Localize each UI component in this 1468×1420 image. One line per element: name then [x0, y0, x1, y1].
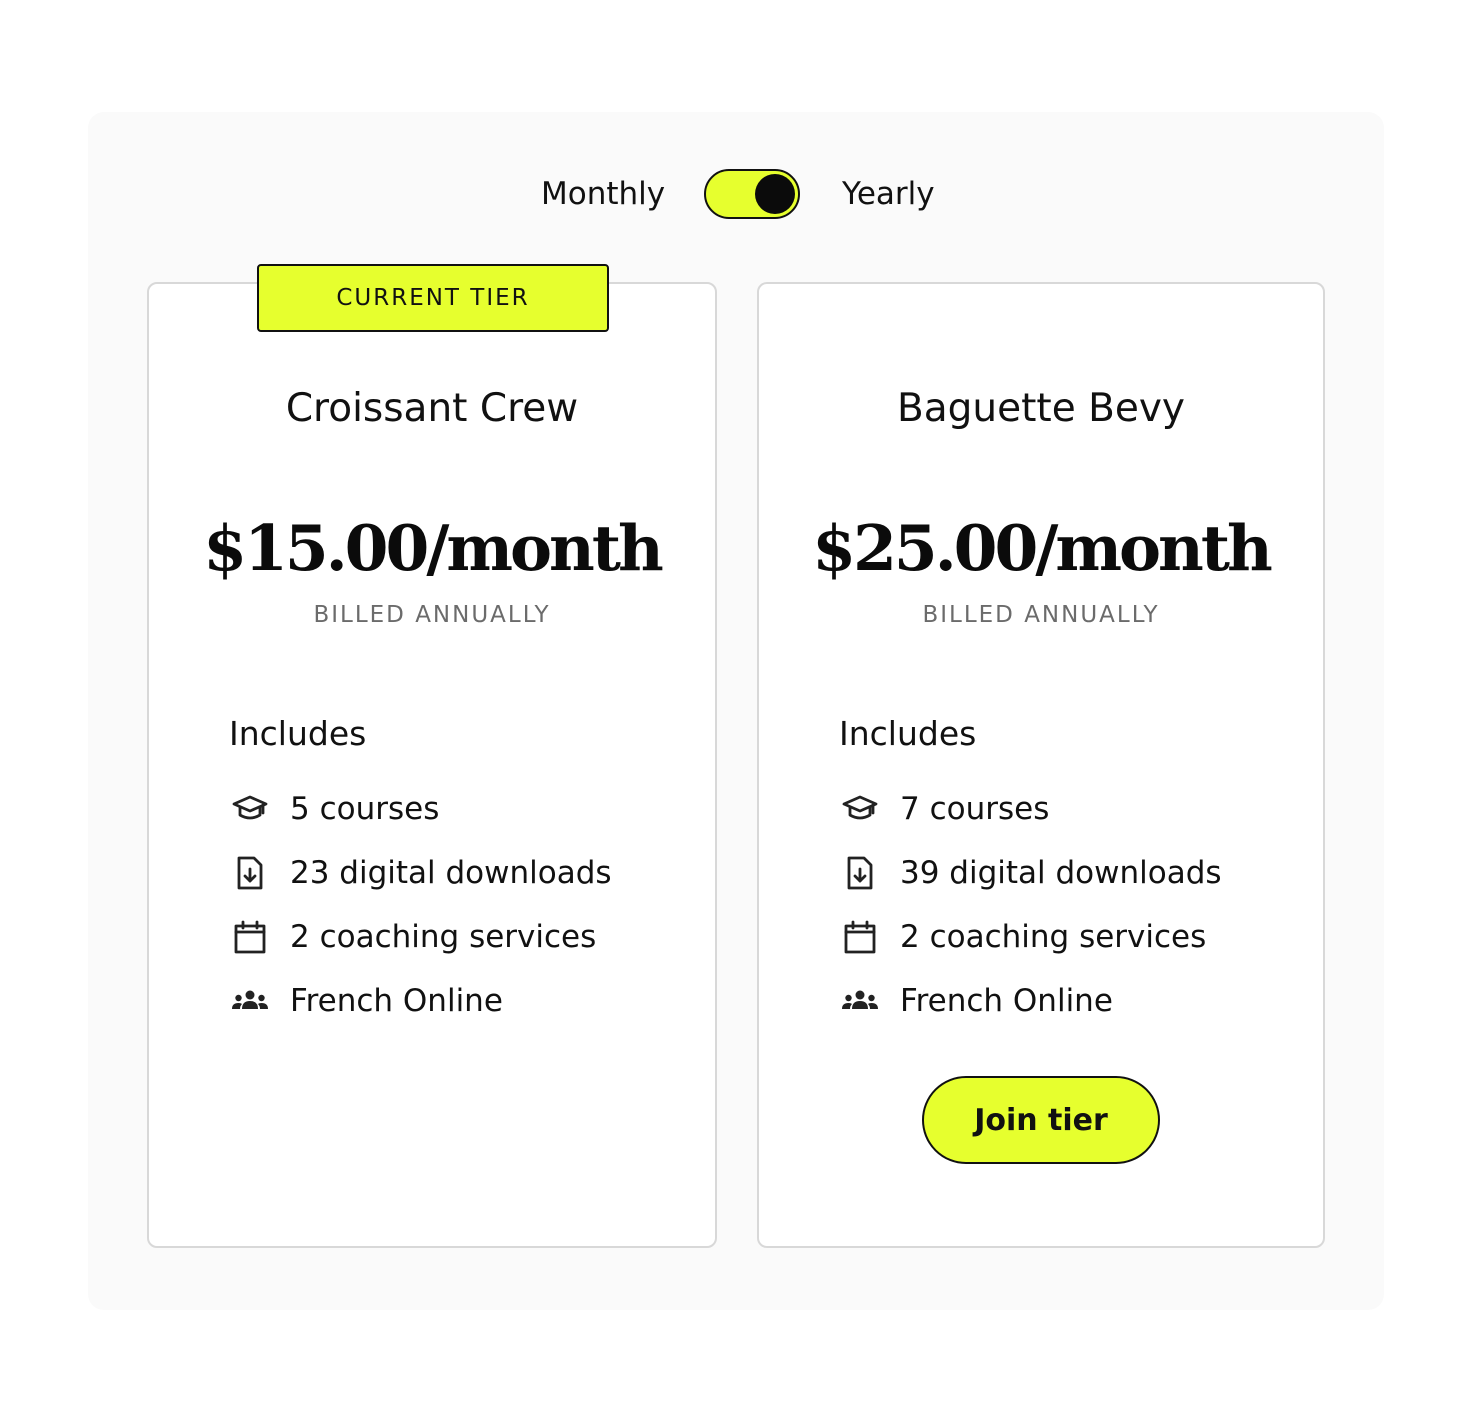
feature-item: 39 digital downloads: [839, 841, 1222, 905]
feature-text: 2 coaching services: [290, 919, 597, 955]
tier-card-croissant-crew: CURRENT TIER Croissant Crew $15.00/month…: [147, 264, 717, 1248]
feature-text: French Online: [900, 983, 1113, 1019]
feature-text: French Online: [290, 983, 503, 1019]
feature-text: 23 digital downloads: [290, 855, 612, 891]
billing-note: BILLED ANNUALLY: [922, 602, 1160, 628]
tier-name: Croissant Crew: [285, 386, 579, 431]
billing-note: BILLED ANNUALLY: [313, 602, 551, 628]
feature-item: 23 digital downloads: [229, 841, 612, 905]
yearly-label[interactable]: Yearly: [842, 174, 935, 214]
feature-list: 5 courses 23 digital downloads 2 coachin…: [229, 777, 612, 1033]
tier-card-baguette-bevy: Baguette Bevy $25.00/month BILLED ANNUAL…: [757, 282, 1325, 1248]
feature-text: 7 courses: [900, 791, 1050, 827]
current-tier-badge: CURRENT TIER: [257, 264, 609, 332]
feature-list: 7 courses 39 digital downloads 2 coachin…: [839, 777, 1222, 1033]
join-tier-button[interactable]: Join tier: [922, 1076, 1160, 1164]
billing-period-switch[interactable]: [704, 169, 800, 219]
graduation-cap-icon: [839, 788, 881, 830]
community-icon: [229, 980, 271, 1022]
tier-name: Baguette Bevy: [896, 386, 1185, 431]
download-file-icon: [229, 852, 271, 894]
calendar-icon: [229, 916, 271, 958]
tier-price: $25.00/month: [812, 511, 1273, 585]
calendar-icon: [839, 916, 881, 958]
includes-heading: Includes: [229, 714, 367, 753]
feature-text: 2 coaching services: [900, 919, 1207, 955]
monthly-label[interactable]: Monthly: [541, 174, 665, 214]
feature-item: 7 courses: [839, 777, 1222, 841]
feature-item: 2 coaching services: [229, 905, 612, 969]
feature-item: 5 courses: [229, 777, 612, 841]
graduation-cap-icon: [229, 788, 271, 830]
community-icon: [839, 980, 881, 1022]
includes-heading: Includes: [839, 714, 977, 753]
tier-price: $15.00/month: [203, 511, 664, 585]
feature-text: 5 courses: [290, 791, 440, 827]
feature-item: 2 coaching services: [839, 905, 1222, 969]
feature-item: French Online: [229, 969, 612, 1033]
download-file-icon: [839, 852, 881, 894]
feature-text: 39 digital downloads: [900, 855, 1222, 891]
feature-item: French Online: [839, 969, 1222, 1033]
switch-knob: [755, 174, 795, 214]
